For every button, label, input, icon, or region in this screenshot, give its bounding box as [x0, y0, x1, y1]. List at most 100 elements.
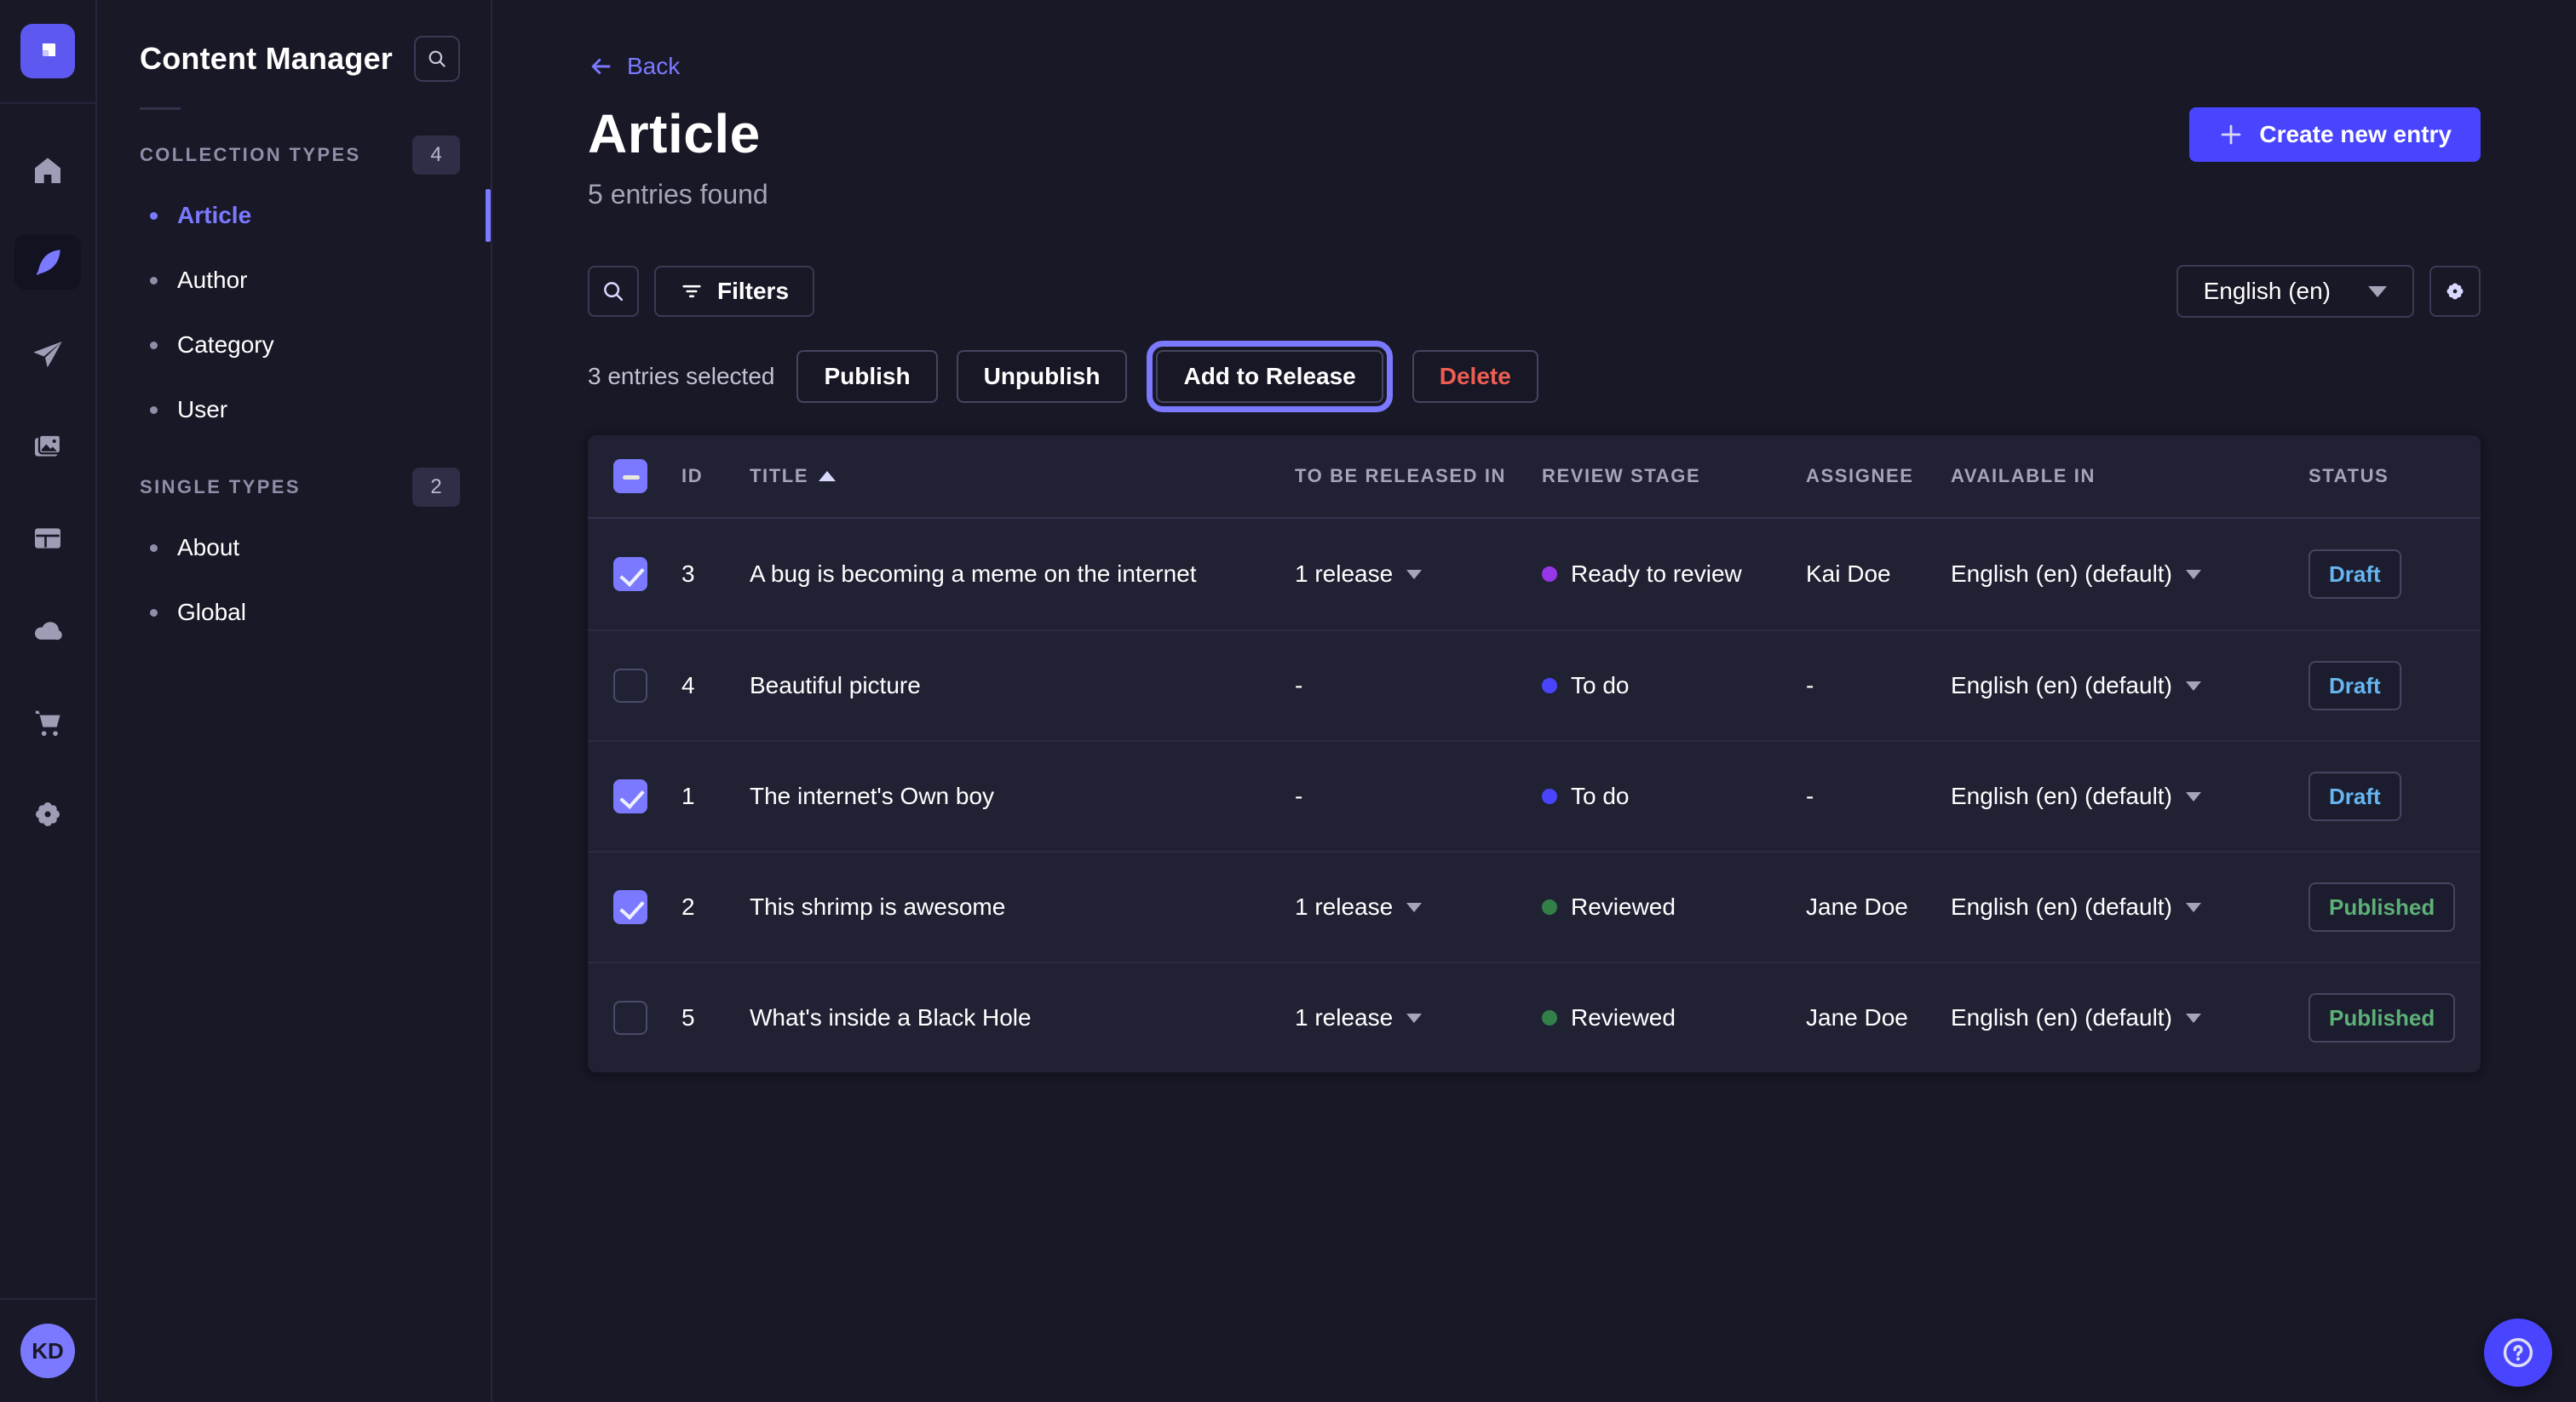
nav-settings-button[interactable]: [14, 787, 81, 842]
table-row[interactable]: 3 A bug is becoming a meme on the intern…: [588, 519, 2481, 629]
cell-locale-dropdown[interactable]: English (en) (default): [1951, 1004, 2309, 1031]
entries-count: 5 entries found: [588, 179, 768, 210]
strapi-logo[interactable]: [20, 24, 75, 78]
column-header-id[interactable]: ID: [681, 465, 750, 487]
row-checkbox[interactable]: [613, 779, 647, 813]
stage-dot: [1542, 789, 1557, 804]
main-content: Back Article 5 entries found Create new …: [492, 0, 2576, 1402]
status-badge: Published: [2309, 993, 2455, 1043]
deploy-cloud-icon: [31, 613, 65, 647]
cell-release-dropdown[interactable]: -: [1295, 783, 1542, 810]
strapi-logo-icon: [32, 36, 63, 66]
sidebar-item-author[interactable]: Author: [128, 248, 460, 313]
avatar[interactable]: KD: [20, 1324, 75, 1378]
filters-button[interactable]: Filters: [654, 266, 814, 317]
releases-paper-plane-icon: [31, 337, 65, 371]
help-button[interactable]: [2484, 1319, 2552, 1387]
nav-home-button[interactable]: [14, 143, 81, 198]
row-checkbox[interactable]: [613, 1001, 647, 1035]
nav-content-manager-button[interactable]: [14, 235, 81, 290]
chevron-down-icon: [1406, 903, 1422, 912]
nav-media-library-button[interactable]: [14, 419, 81, 474]
filter-icon: [680, 279, 704, 303]
section-single-types: SINGLE TYPES 2 About Global: [128, 468, 460, 645]
cell-release-dropdown[interactable]: 1 release: [1295, 560, 1542, 588]
column-header-release[interactable]: TO BE RELEASED IN: [1295, 465, 1542, 487]
stage-dot: [1542, 899, 1557, 915]
cell-locale-dropdown[interactable]: English (en) (default): [1951, 783, 2309, 810]
cell-locale-dropdown[interactable]: English (en) (default): [1951, 893, 2309, 921]
sidebar-item-label: User: [177, 396, 227, 423]
view-settings-button[interactable]: [2429, 266, 2481, 317]
search-button[interactable]: [588, 266, 639, 317]
publish-button[interactable]: Publish: [796, 350, 937, 403]
table-row[interactable]: 1 The internet's Own boy - To do - Engli…: [588, 740, 2481, 851]
create-new-entry-button[interactable]: Create new entry: [2189, 107, 2481, 162]
cell-id: 5: [681, 1004, 750, 1031]
content-type-builder-icon: [31, 521, 65, 555]
sidebar-item-label: About: [177, 534, 239, 561]
cell-release-dropdown[interactable]: 1 release: [1295, 893, 1542, 921]
sidebar-item-article[interactable]: Article: [128, 183, 460, 248]
search-icon: [601, 279, 626, 304]
back-link[interactable]: Back: [588, 53, 680, 80]
column-header-stage[interactable]: REVIEW STAGE: [1542, 465, 1806, 487]
cell-assignee: Jane Doe: [1806, 1004, 1951, 1031]
table-row[interactable]: 2 This shrimp is awesome 1 release Revie…: [588, 851, 2481, 962]
content-manager-feather-icon: [31, 245, 65, 279]
nav-releases-button[interactable]: [14, 327, 81, 382]
cell-review-stage: Ready to review: [1542, 560, 1806, 588]
sidebar-item-label: Global: [177, 599, 246, 626]
sidebar-item-global[interactable]: Global: [128, 580, 460, 645]
column-header-available[interactable]: AVAILABLE IN: [1951, 465, 2309, 487]
cell-title: A bug is becoming a meme on the internet: [750, 560, 1295, 588]
locale-select[interactable]: English (en): [2176, 265, 2414, 318]
rail-header: [0, 0, 95, 104]
cell-assignee: -: [1806, 783, 1951, 810]
row-checkbox[interactable]: [613, 557, 647, 591]
cell-locale-dropdown[interactable]: English (en) (default): [1951, 672, 2309, 699]
question-mark-icon: [2499, 1334, 2537, 1371]
sidebar-item-about[interactable]: About: [128, 515, 460, 580]
row-checkbox[interactable]: [613, 669, 647, 703]
cell-review-stage: To do: [1542, 672, 1806, 699]
stage-dot: [1542, 1010, 1557, 1026]
cell-release-dropdown[interactable]: -: [1295, 672, 1542, 699]
sidebar-item-category[interactable]: Category: [128, 313, 460, 377]
delete-button[interactable]: Delete: [1412, 350, 1538, 403]
column-header-status[interactable]: STATUS: [2309, 465, 2481, 487]
chevron-down-icon: [2368, 286, 2387, 297]
sidebar-item-label: Category: [177, 331, 274, 359]
cell-assignee: -: [1806, 672, 1951, 699]
main-nav-rail: KD: [0, 0, 97, 1402]
cell-title: The internet's Own boy: [750, 783, 1295, 810]
column-header-title[interactable]: TITLE: [750, 465, 1295, 487]
sidebar-item-user[interactable]: User: [128, 377, 460, 442]
column-header-assignee[interactable]: ASSIGNEE: [1806, 465, 1951, 487]
subnav-search-button[interactable]: [414, 36, 460, 82]
cell-review-stage: Reviewed: [1542, 1004, 1806, 1031]
cell-release-dropdown[interactable]: 1 release: [1295, 1004, 1542, 1031]
add-to-release-button[interactable]: Add to Release: [1156, 350, 1383, 403]
row-checkbox[interactable]: [613, 890, 647, 924]
status-badge: Draft: [2309, 661, 2401, 710]
unpublish-button[interactable]: Unpublish: [957, 350, 1128, 403]
status-badge: Published: [2309, 882, 2455, 932]
stage-dot: [1542, 566, 1557, 582]
chevron-down-icon: [2186, 681, 2201, 691]
cell-id: 4: [681, 672, 750, 699]
chevron-down-icon: [2186, 792, 2201, 802]
section-count-badge: 4: [412, 135, 460, 175]
nav-marketplace-button[interactable]: [14, 695, 81, 750]
nav-deploy-button[interactable]: [14, 603, 81, 658]
cell-locale-dropdown[interactable]: English (en) (default): [1951, 560, 2309, 588]
arrow-left-icon: [588, 54, 613, 79]
table-row[interactable]: 5 What's inside a Black Hole 1 release R…: [588, 962, 2481, 1072]
table-row[interactable]: 4 Beautiful picture - To do - English (e…: [588, 629, 2481, 740]
app-root: KD Content Manager COLLECTION TYPES 4 Ar…: [0, 0, 2576, 1402]
select-all-checkbox[interactable]: [613, 459, 647, 493]
rail-icon-list: [0, 104, 95, 1298]
chevron-down-icon: [2186, 903, 2201, 912]
nav-content-type-builder-button[interactable]: [14, 511, 81, 566]
locale-selected-value: English (en): [2204, 278, 2331, 305]
